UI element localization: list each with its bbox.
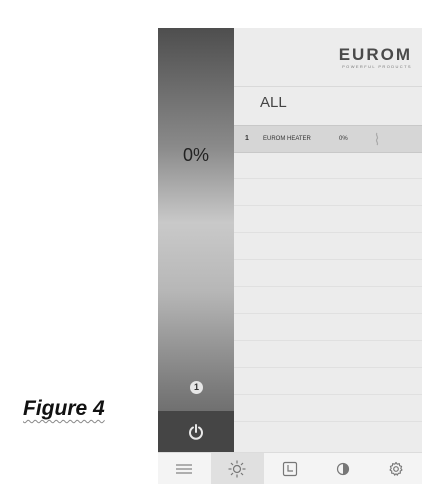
- device-count-badge: 1: [190, 381, 203, 394]
- brand-logo: EUROM POWERFUL PRODUCTS: [338, 45, 412, 70]
- brand-name: EUROM: [338, 45, 412, 64]
- clock-icon: [282, 461, 298, 477]
- list-divider: [234, 205, 422, 206]
- list-divider: [234, 394, 422, 395]
- device-number: 1: [245, 135, 249, 142]
- list-divider: [234, 259, 422, 260]
- list-divider: [234, 286, 422, 287]
- tab-list[interactable]: [158, 453, 211, 484]
- level-sidebar[interactable]: 0% 1: [158, 28, 234, 452]
- sun-icon: [228, 460, 246, 478]
- app-screen: 0% 1 EUROM POWERFUL PRODUCTS ALL 1 EUROM…: [158, 28, 422, 484]
- list-divider: [234, 367, 422, 368]
- figure-caption: Figure 4: [23, 397, 105, 420]
- list-divider: [234, 421, 422, 422]
- tab-timer[interactable]: [264, 453, 317, 484]
- device-name: EUROM HEATER: [263, 136, 311, 142]
- bottom-tab-bar: [158, 452, 422, 484]
- list-divider: [234, 232, 422, 233]
- power-button[interactable]: [158, 411, 234, 452]
- list-icon: [176, 464, 193, 474]
- brand-tagline: POWERFUL PRODUCTS: [342, 64, 412, 69]
- group-title[interactable]: ALL: [260, 94, 287, 111]
- gear-icon: [389, 461, 403, 476]
- level-readout: 0%: [182, 145, 209, 165]
- device-panel: EUROM POWERFUL PRODUCTS ALL 1 EUROM HEAT…: [234, 28, 422, 452]
- list-divider: [234, 178, 422, 179]
- heater-icon: [375, 132, 379, 146]
- header-divider: [234, 86, 422, 87]
- device-level: 0%: [339, 136, 348, 142]
- tab-mode[interactable]: [316, 453, 369, 484]
- tab-heat[interactable]: [210, 453, 264, 484]
- list-divider: [234, 313, 422, 314]
- tab-settings[interactable]: [369, 453, 422, 484]
- list-divider: [234, 340, 422, 341]
- half-circle-icon: [336, 462, 349, 476]
- device-row[interactable]: 1 EUROM HEATER 0%: [234, 125, 422, 153]
- power-icon: [189, 423, 203, 440]
